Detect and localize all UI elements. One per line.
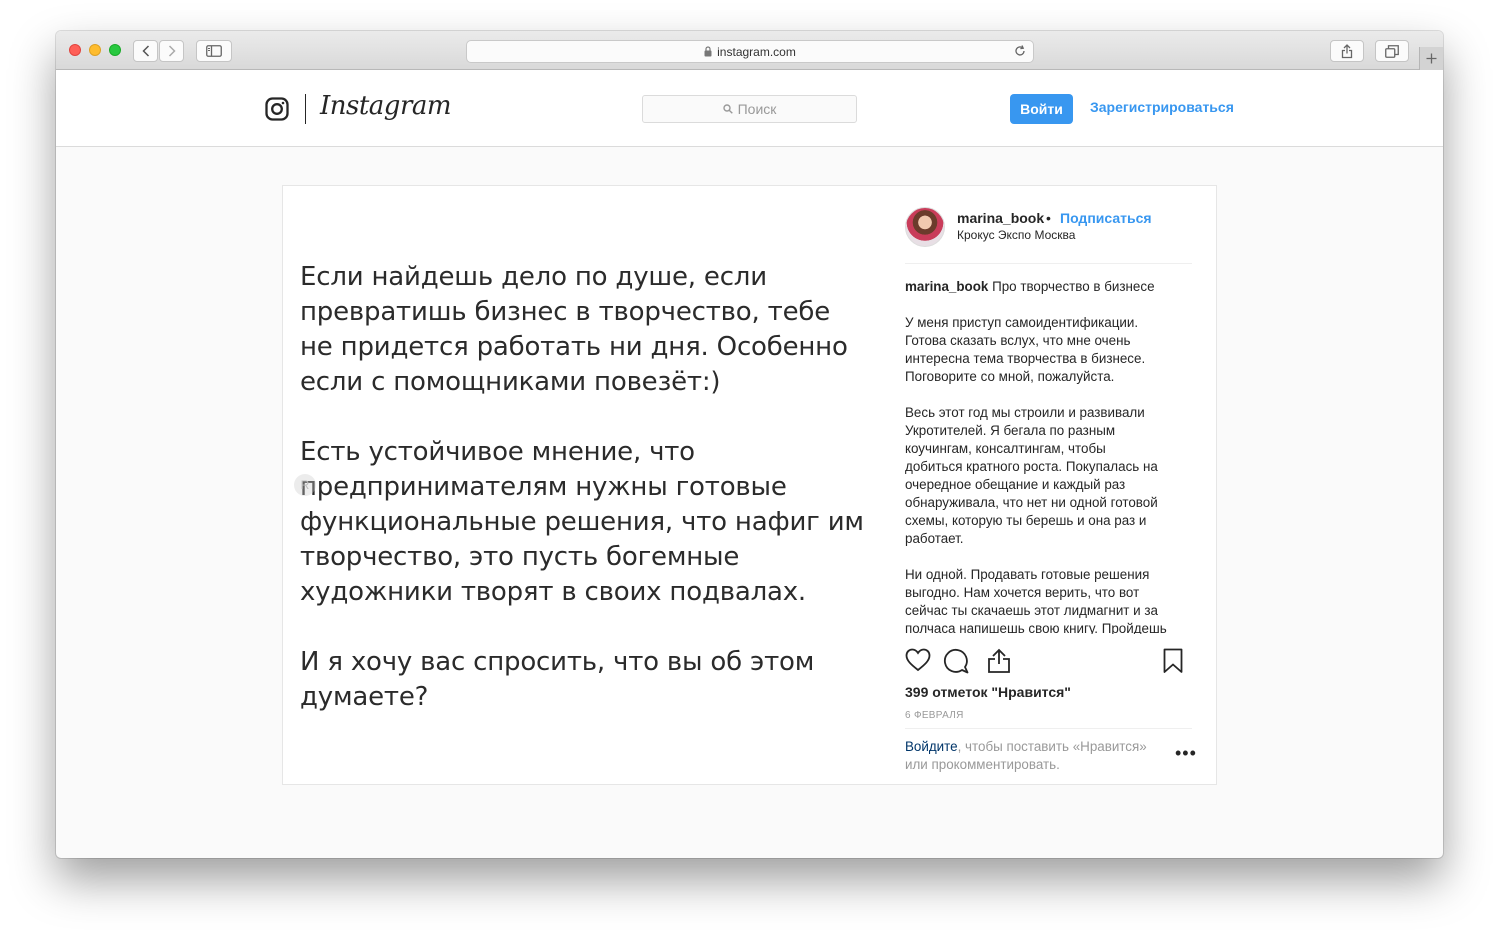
sidebar-icon: [206, 45, 222, 57]
post-image[interactable]: Если найдешь дело по душе, если преврати…: [283, 186, 883, 784]
login-prompt: Войдите, чтобы поставить «Нравится» или …: [905, 738, 1170, 774]
caption-title: Про творчество в бизнесе: [992, 279, 1155, 294]
post-image-paragraph: Если найдешь дело по душе, если преврати…: [300, 262, 848, 397]
heart-icon[interactable]: [905, 648, 931, 672]
more-options-button[interactable]: •••: [1175, 744, 1197, 762]
plus-icon: [1426, 53, 1437, 64]
post-location[interactable]: Крокус Экспо Москва: [957, 228, 1075, 242]
share-button[interactable]: [1330, 40, 1364, 62]
post-card: Если найдешь дело по душе, если преврати…: [282, 185, 1217, 785]
instagram-wordmark[interactable]: Instagram: [320, 91, 452, 121]
follow-button[interactable]: Подписаться: [1060, 210, 1152, 226]
minimize-window-button[interactable]: [89, 44, 101, 56]
lock-icon: [704, 46, 712, 57]
new-tab-button[interactable]: [1419, 47, 1443, 70]
address-bar[interactable]: instagram.com: [466, 40, 1034, 63]
forward-button[interactable]: [159, 40, 184, 62]
post-image-paragraph: И я хочу вас спросить, что вы об этом ду…: [300, 647, 815, 712]
share-icon: [1341, 43, 1353, 58]
chevron-left-icon: [141, 45, 149, 57]
divider: [905, 263, 1192, 264]
caption-username[interactable]: marina_book: [905, 279, 988, 294]
post-sidebar: marina_book • Подписаться Крокус Экспо М…: [905, 186, 1196, 784]
browser-toolbar: instagram.com: [56, 31, 1443, 70]
caption-paragraph: У меня приступ самоидентификации. Готова…: [905, 315, 1146, 384]
url-text: instagram.com: [717, 44, 796, 59]
browser-window: instagram.com Instagram Поиск Войти Заре…: [56, 31, 1443, 858]
post-image-text: Если найдешь дело по душе, если преврати…: [300, 260, 870, 750]
search-input[interactable]: Поиск: [642, 95, 857, 123]
sidebar-toggle-button[interactable]: [196, 40, 232, 62]
watermark-icon: R: [294, 474, 316, 496]
comment-icon[interactable]: [943, 648, 969, 674]
tabs-overview-button[interactable]: [1375, 40, 1409, 62]
instagram-header: Instagram Поиск Войти Зарегистрироваться: [56, 70, 1443, 147]
post-username[interactable]: marina_book: [957, 210, 1044, 226]
login-button[interactable]: Войти: [1010, 94, 1073, 124]
caption-paragraph: Весь этот год мы строили и развивали Укр…: [905, 405, 1158, 546]
login-link[interactable]: Войдите: [905, 739, 958, 754]
share-icon[interactable]: [987, 648, 1011, 674]
signup-link[interactable]: Зарегистрироваться: [1090, 99, 1234, 115]
post-caption: marina_book Про творчество в бизнесе У м…: [905, 278, 1192, 634]
instagram-camera-icon[interactable]: [265, 97, 289, 126]
close-window-button[interactable]: [69, 44, 81, 56]
caption-paragraph: Ни одной. Продавать готовые решения выго…: [905, 567, 1167, 634]
bookmark-icon[interactable]: [1163, 648, 1183, 674]
post-date[interactable]: 6 ФЕВРАЛЯ: [905, 710, 964, 721]
post-image-paragraph: Есть устойчивое мнение, что предпринимат…: [300, 437, 864, 607]
zoom-window-button[interactable]: [109, 44, 121, 56]
tabs-icon: [1385, 44, 1399, 58]
post-actions: [905, 648, 1192, 676]
back-button[interactable]: [133, 40, 158, 62]
search-icon: [722, 104, 733, 114]
divider: [905, 728, 1192, 729]
search-placeholder: Поиск: [737, 101, 777, 117]
chevron-right-icon: [168, 45, 176, 57]
header-divider: [305, 94, 306, 124]
separator-dot: •: [1046, 210, 1051, 226]
reload-icon[interactable]: [1013, 44, 1027, 58]
avatar[interactable]: [905, 207, 945, 247]
likes-count[interactable]: 399 отметок "Нравится": [905, 684, 1071, 700]
